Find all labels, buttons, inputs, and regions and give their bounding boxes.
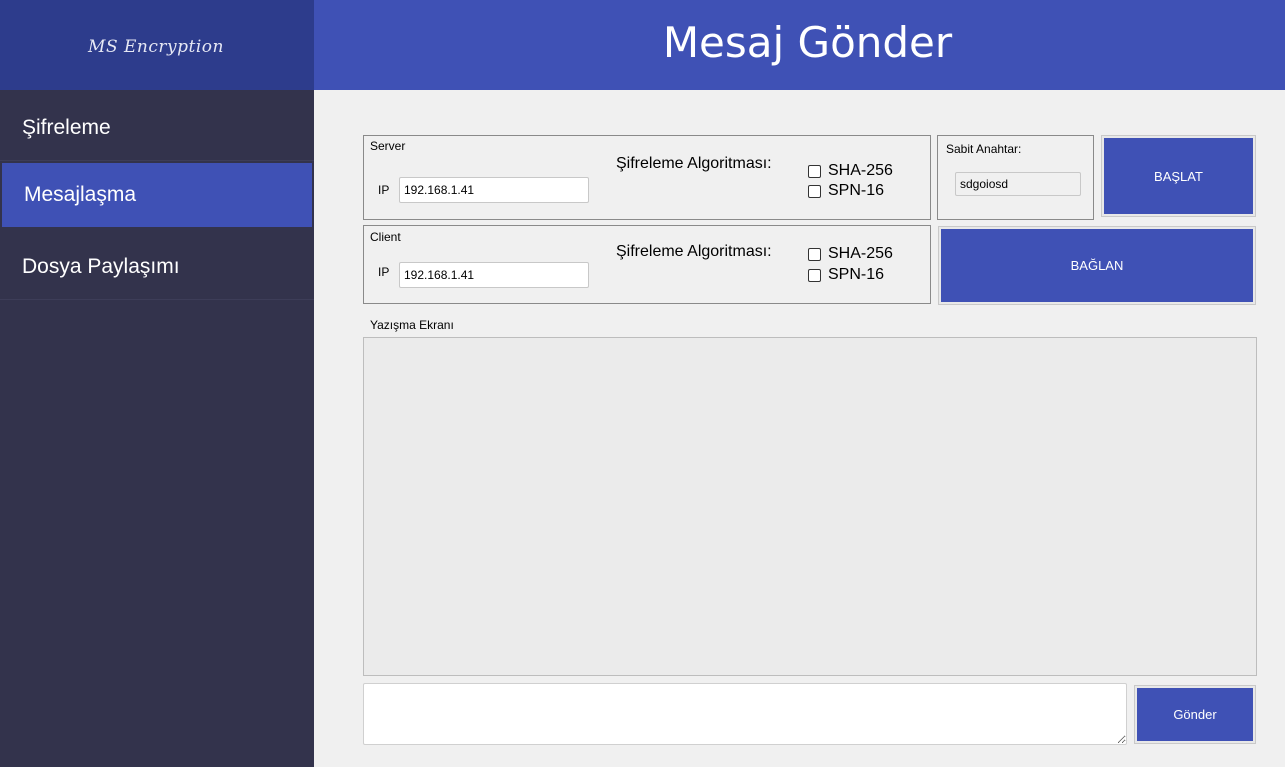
message-input[interactable]: [363, 683, 1127, 745]
server-algorithm-label: Şifreleme Algoritması:: [616, 155, 772, 172]
logo-bar: MS Encryption: [0, 0, 314, 90]
key-label: Sabit Anahtar:: [946, 142, 1022, 156]
client-spn16-checkbox[interactable]: SPN-16: [808, 266, 884, 284]
checkbox-label: SHA-256: [828, 245, 893, 262]
connect-button[interactable]: BAĞLAN: [941, 229, 1253, 302]
client-group-label: Client: [370, 230, 401, 244]
checkbox-icon: [808, 184, 821, 198]
checkbox-icon: [808, 247, 821, 261]
chat-display[interactable]: [363, 337, 1257, 676]
checkbox-icon: [808, 268, 821, 282]
checkbox-icon: [808, 164, 821, 178]
chat-label: Yazışma Ekranı: [370, 318, 454, 332]
checkbox-label: SPN-16: [828, 182, 885, 199]
header: Mesaj Gönder: [314, 0, 1285, 90]
start-button[interactable]: BAŞLAT: [1104, 138, 1253, 214]
checkbox-label: SHA-256: [828, 162, 893, 179]
key-input[interactable]: [955, 172, 1081, 196]
client-group: Client IP Şifreleme Algoritması: SHA-256…: [363, 225, 931, 304]
server-ip-input[interactable]: [399, 177, 589, 203]
server-spn16-checkbox[interactable]: SPN-16: [808, 182, 884, 200]
page-title: Mesaj Gönder: [662, 17, 953, 67]
sidebar-item-label: Dosya Paylaşımı: [22, 254, 180, 278]
server-group: Server IP Şifreleme Algoritması: SHA-256…: [363, 135, 931, 220]
server-sha256-checkbox[interactable]: SHA-256: [808, 162, 893, 180]
sidebar-item-label: Şifreleme: [22, 115, 111, 139]
server-group-label: Server: [370, 139, 406, 153]
send-button[interactable]: Gönder: [1137, 688, 1253, 741]
server-ip-label: IP: [378, 183, 390, 197]
app-logo: MS Encryption: [88, 37, 224, 57]
client-algorithm-label: Şifreleme Algoritması:: [616, 243, 772, 260]
checkbox-label: SPN-16: [828, 266, 885, 283]
sidebar-item-dosya-paylasimi[interactable]: Dosya Paylaşımı: [0, 234, 314, 300]
client-ip-label: IP: [378, 265, 390, 279]
sidebar-item-sifreleme[interactable]: Şifreleme: [0, 95, 314, 161]
key-group: Sabit Anahtar:: [937, 135, 1094, 220]
sidebar: MS Encryption Şifreleme Mesajlaşma Dosya…: [0, 0, 314, 767]
client-sha256-checkbox[interactable]: SHA-256: [808, 245, 893, 263]
sidebar-item-label: Mesajlaşma: [24, 183, 137, 206]
client-ip-input[interactable]: [399, 262, 589, 288]
sidebar-item-mesajlasma[interactable]: Mesajlaşma: [2, 163, 312, 227]
